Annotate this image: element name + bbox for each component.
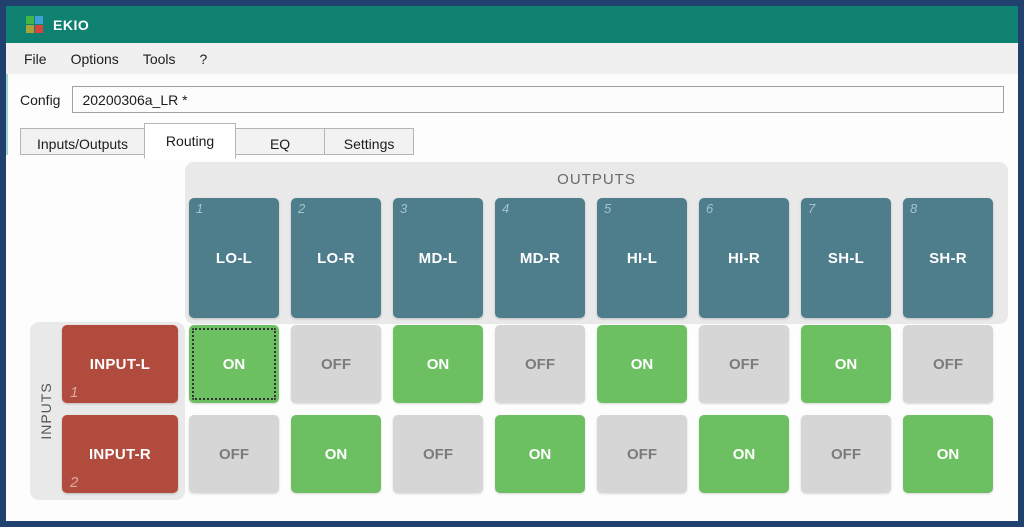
- routing-cell-input-l-md-r[interactable]: OFF: [495, 325, 585, 403]
- matrix-row: ON OFF ON OFF ON OFF ON OFF: [189, 325, 993, 403]
- output-label: SH-L: [827, 249, 865, 267]
- input-label: INPUT-R: [88, 445, 152, 463]
- config-row: Config: [20, 86, 1004, 113]
- logo-square: [35, 16, 43, 24]
- menu-item-options[interactable]: Options: [59, 46, 131, 72]
- routing-cell-input-l-lo-l[interactable]: ON: [189, 325, 279, 403]
- output-number: 1: [196, 201, 204, 216]
- output-header-hi-r: 6 HI-R: [699, 198, 789, 318]
- logo-square: [35, 25, 43, 33]
- routing-cell-input-l-sh-r[interactable]: OFF: [903, 325, 993, 403]
- app-window: EKIO FileOptionsTools? Config Inputs/Out…: [0, 0, 1024, 527]
- logo-square: [26, 16, 34, 24]
- tab-routing[interactable]: Routing: [144, 123, 237, 159]
- menu-item-file[interactable]: File: [12, 46, 59, 72]
- output-header-hi-l: 5 HI-L: [597, 198, 687, 318]
- titlebar: EKIO: [6, 6, 1018, 43]
- output-header-lo-l: 1 LO-L: [189, 198, 279, 318]
- input-header-input-l: INPUT-L 1: [62, 325, 178, 403]
- output-number: 6: [706, 201, 714, 216]
- menu-bar: File Options Tools?: [6, 43, 1018, 74]
- tab-settings[interactable]: Settings: [324, 128, 415, 155]
- routing-cell-input-l-sh-l[interactable]: ON: [801, 325, 891, 403]
- routing-cell-input-r-md-r[interactable]: ON: [495, 415, 585, 493]
- output-label: MD-R: [519, 249, 561, 267]
- routing-cell-input-l-hi-l[interactable]: ON: [597, 325, 687, 403]
- inputs-heading: INPUTS: [38, 382, 54, 440]
- routing-cell-input-r-sh-l[interactable]: OFF: [801, 415, 891, 493]
- output-label: HI-R: [727, 249, 761, 267]
- tab-inputs-outputs[interactable]: Inputs/Outputs: [20, 128, 146, 155]
- logo-square: [26, 25, 34, 33]
- routing-cell-input-r-hi-r[interactable]: ON: [699, 415, 789, 493]
- output-label: LO-R: [317, 249, 355, 267]
- output-header-md-l: 3 MD-L: [393, 198, 483, 318]
- input-header-input-r: INPUT-R 2: [62, 415, 178, 493]
- output-number: 7: [808, 201, 816, 216]
- config-label: Config: [20, 91, 61, 108]
- routing-cell-input-r-hi-l[interactable]: OFF: [597, 415, 687, 493]
- output-header-sh-l: 7 SH-L: [801, 198, 891, 318]
- output-header-lo-r: 2 LO-R: [291, 198, 381, 318]
- app-logo-icon: [26, 16, 43, 33]
- routing-cell-input-l-lo-r[interactable]: OFF: [291, 325, 381, 403]
- matrix-row: OFF ON OFF ON OFF ON OFF ON: [189, 415, 993, 493]
- window-title: EKIO: [53, 16, 90, 33]
- routing-cell-input-r-sh-r[interactable]: ON: [903, 415, 993, 493]
- output-number: 5: [604, 201, 612, 216]
- routing-cell-input-l-md-l[interactable]: ON: [393, 325, 483, 403]
- output-header-sh-r: 8 SH-R: [903, 198, 993, 318]
- output-number: 3: [400, 201, 408, 216]
- output-label: SH-R: [929, 249, 967, 267]
- output-label: MD-L: [418, 249, 458, 267]
- output-label: LO-L: [215, 249, 253, 267]
- routing-page: OUTPUTS INPUTS 1 LO-L 2 LO-R 3 MD-L 4 MD…: [6, 155, 1018, 521]
- menu-item-help[interactable]: ?: [188, 46, 220, 72]
- output-label: HI-L: [626, 249, 658, 267]
- output-header-md-r: 4 MD-R: [495, 198, 585, 318]
- outputs-heading: OUTPUTS: [557, 171, 636, 188]
- routing-cell-input-r-md-l[interactable]: OFF: [393, 415, 483, 493]
- output-number: 2: [298, 201, 306, 216]
- input-number: 1: [70, 384, 79, 401]
- routing-cell-input-l-hi-r[interactable]: OFF: [699, 325, 789, 403]
- routing-cell-input-r-lo-r[interactable]: ON: [291, 415, 381, 493]
- menu-item-tools[interactable]: Tools: [131, 46, 188, 72]
- input-number: 2: [70, 474, 79, 491]
- routing-cell-input-r-lo-l[interactable]: OFF: [189, 415, 279, 493]
- tab-eq[interactable]: EQ: [235, 128, 326, 155]
- config-input[interactable]: [72, 86, 1004, 113]
- output-number: 4: [502, 201, 510, 216]
- outputs-header-row: 1 LO-L 2 LO-R 3 MD-L 4 MD-R 5 HI-L 6 HI-…: [189, 198, 993, 318]
- output-number: 8: [910, 201, 918, 216]
- tab-strip: Inputs/Outputs Routing EQ Settings: [20, 123, 1018, 159]
- input-label: INPUT-L: [89, 355, 151, 373]
